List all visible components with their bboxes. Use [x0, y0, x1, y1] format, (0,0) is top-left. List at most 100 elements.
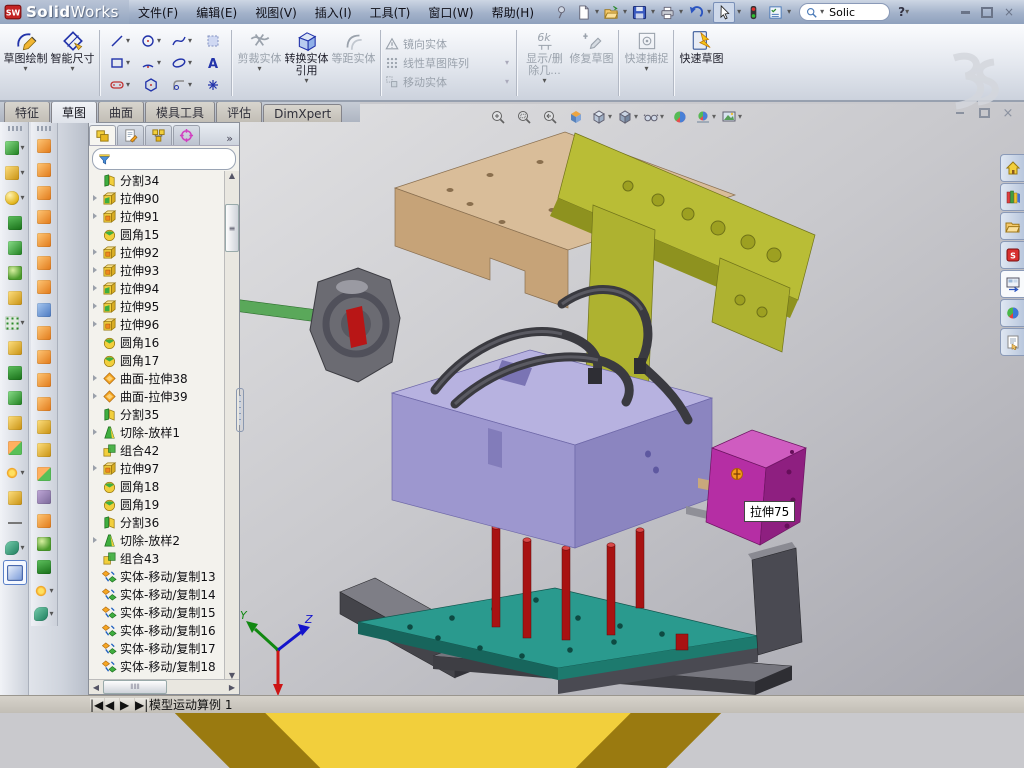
features-toolbar-button-0[interactable]: ▾ [3, 135, 27, 160]
taskpane-tab-sw-resources[interactable]: S [1000, 241, 1024, 269]
mold-toolbar-button-19[interactable]: ▾ [32, 579, 56, 602]
tab-评估[interactable]: 评估 [216, 101, 262, 122]
taskpane-tab-custom-properties[interactable] [1000, 328, 1024, 356]
open-dropdown[interactable]: ▾ [623, 8, 627, 16]
print-dropdown[interactable]: ▾ [679, 8, 683, 16]
configurationmanager-tab[interactable] [145, 125, 172, 145]
tree-item-20[interactable]: 切除-放样2 [91, 531, 225, 549]
taskpane-tab-file-explorer[interactable] [1000, 212, 1024, 240]
features-toolbar-button-6[interactable] [3, 285, 27, 310]
expand-arrow[interactable] [91, 267, 99, 273]
menu-item-4[interactable]: 工具(T) [361, 4, 420, 21]
expand-arrow[interactable] [91, 429, 99, 435]
select-cursor-dropdown[interactable]: ▾ [737, 8, 741, 16]
tab-DimXpert[interactable]: DimXpert [263, 104, 342, 122]
taskpane-tab-appearances[interactable] [1000, 299, 1024, 327]
toolbar-grip[interactable] [37, 126, 51, 131]
print-button[interactable] [657, 3, 677, 22]
ribbon-button-offset[interactable]: 等距实体 [330, 26, 377, 100]
model-tab-模型[interactable]: 模型 [149, 696, 173, 713]
features-toolbar-button-16[interactable]: ▾ [3, 535, 27, 560]
taskpane-tab-view-palette[interactable] [1000, 270, 1024, 298]
expand-arrow[interactable] [91, 285, 99, 291]
help-button[interactable]: ? [898, 5, 905, 19]
tab-first-button[interactable]: |◀ [90, 698, 104, 711]
save-dropdown[interactable]: ▾ [651, 8, 655, 16]
tree-filter-field[interactable] [92, 148, 236, 170]
mold-toolbar-button-7[interactable] [32, 298, 56, 321]
propertymanager-tab[interactable] [117, 125, 144, 145]
sketch-entity-rectangle[interactable]: ▾ [104, 53, 135, 74]
mold-toolbar-button-6[interactable] [32, 275, 56, 298]
menu-item-3[interactable]: 插入(I) [306, 4, 361, 21]
features-toolbar-button-4[interactable] [3, 235, 27, 260]
expand-arrow[interactable] [91, 537, 99, 543]
features-toolbar-button-10[interactable] [3, 385, 27, 410]
expand-arrow[interactable] [91, 213, 99, 219]
tree-item-13[interactable]: 分割35 [91, 405, 225, 423]
search-input[interactable] [827, 5, 883, 20]
tree-item-4[interactable]: 拉伸92 [91, 243, 225, 261]
view-settings-button[interactable]: ▾ [720, 107, 743, 126]
tree-item-16[interactable]: 拉伸97 [91, 459, 225, 477]
ribbon-button-quick-snap[interactable]: 快速捕捉▾ [623, 26, 670, 100]
undo-dropdown[interactable]: ▾ [707, 8, 711, 16]
mold-toolbar-button-20[interactable]: ▾ [32, 602, 56, 625]
features-toolbar-button-13[interactable]: ▾ [3, 460, 27, 485]
tree-item-9[interactable]: 圆角16 [91, 333, 225, 351]
ribbon-button-smart-dimension[interactable]: 智能尺寸▾ [49, 26, 96, 100]
expand-arrow[interactable] [91, 321, 99, 327]
select-cursor-button[interactable] [713, 2, 735, 23]
sketch-entity-line[interactable]: ▾ [104, 31, 135, 52]
tree-item-21[interactable]: 组合43 [91, 549, 225, 567]
mold-toolbar-button-11[interactable] [32, 392, 56, 415]
sketch-entity-polygon[interactable] [135, 75, 166, 96]
tree-item-23[interactable]: 实体-移动/复制14 [91, 585, 225, 603]
search-box[interactable]: ▾ [799, 3, 890, 21]
zoom-previous-button[interactable] [538, 107, 561, 126]
tab-特征[interactable]: 特征 [4, 101, 50, 122]
expand-arrow[interactable] [91, 375, 99, 381]
features-toolbar-button-17[interactable] [3, 560, 27, 585]
tree-item-3[interactable]: 圆角15 [91, 225, 225, 243]
mold-toolbar-button-9[interactable] [32, 345, 56, 368]
dimxpert-manager-tab[interactable] [173, 125, 200, 145]
new-document-dropdown[interactable]: ▾ [595, 8, 599, 16]
tree-item-19[interactable]: 分割36 [91, 513, 225, 531]
menu-item-5[interactable]: 窗口(W) [419, 4, 482, 21]
features-toolbar-button-1[interactable]: ▾ [3, 160, 27, 185]
expand-arrow[interactable] [91, 249, 99, 255]
mold-toolbar-button-13[interactable] [32, 439, 56, 462]
panel-overflow-chevron[interactable]: » [226, 132, 239, 145]
menu-item-0[interactable]: 文件(F) [129, 4, 187, 21]
features-toolbar-button-9[interactable] [3, 360, 27, 385]
expand-arrow[interactable] [91, 303, 99, 309]
mold-toolbar-button-15[interactable] [32, 486, 56, 509]
mold-toolbar-button-1[interactable] [32, 158, 56, 181]
tab-prev-button[interactable]: ◀ [105, 698, 119, 711]
features-toolbar-button-15[interactable] [3, 510, 27, 535]
close-button[interactable]: × [1000, 5, 1018, 20]
sketch-entity-select-box[interactable] [197, 31, 228, 52]
featuremanager-tab[interactable] [89, 125, 116, 145]
tree-item-24[interactable]: 实体-移动/复制15 [91, 603, 225, 621]
taskpane-tab-design-library[interactable] [1000, 183, 1024, 211]
tree-item-22[interactable]: 实体-移动/复制13 [91, 567, 225, 585]
tree-item-11[interactable]: 曲面-拉伸38 [91, 369, 225, 387]
mold-toolbar-button-10[interactable] [32, 369, 56, 392]
mold-toolbar-button-5[interactable] [32, 252, 56, 275]
mold-toolbar-button-2[interactable] [32, 181, 56, 204]
expand-arrow[interactable] [91, 195, 99, 201]
mold-toolbar-button-12[interactable] [32, 415, 56, 438]
menu-item-1[interactable]: 编辑(E) [187, 4, 246, 21]
section-view-button[interactable] [564, 107, 587, 126]
tree-item-5[interactable]: 拉伸93 [91, 261, 225, 279]
tab-last-button[interactable]: ▶| [135, 698, 149, 711]
mold-toolbar-button-3[interactable] [32, 205, 56, 228]
menu-item-6[interactable]: 帮助(H) [483, 4, 543, 21]
restore-button[interactable] [978, 5, 996, 20]
new-document-button[interactable] [573, 3, 593, 22]
open-button[interactable] [601, 3, 621, 22]
tree-item-26[interactable]: 实体-移动/复制17 [91, 639, 225, 657]
tree-item-15[interactable]: 组合42 [91, 441, 225, 459]
